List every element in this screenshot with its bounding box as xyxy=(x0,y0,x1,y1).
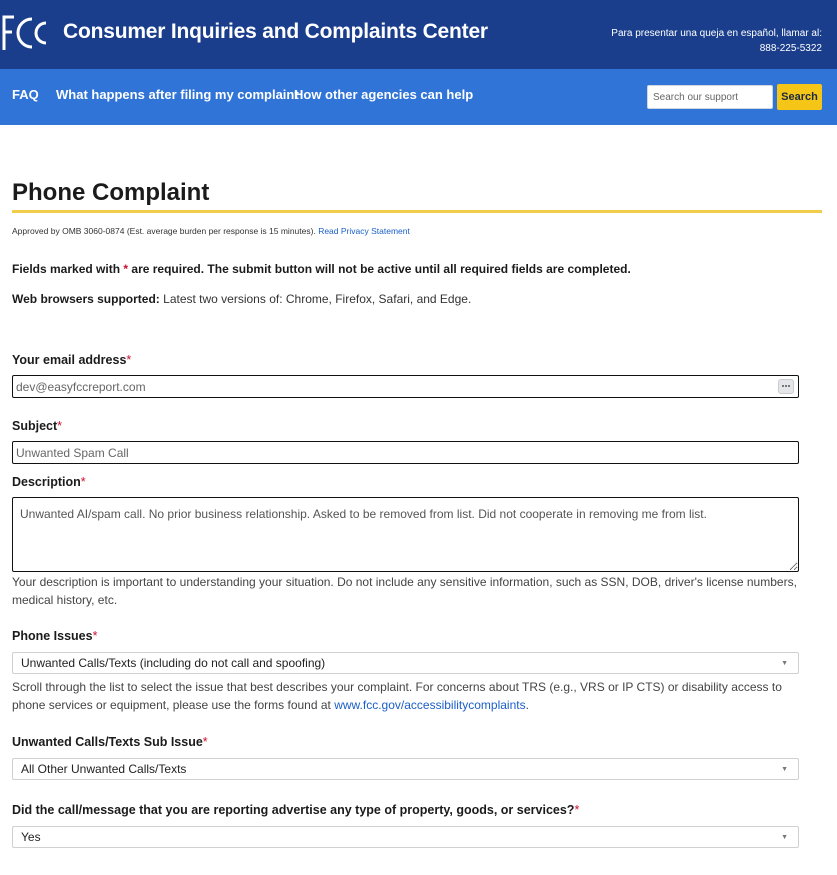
sub-issue-label-text: Unwanted Calls/Texts Sub Issue xyxy=(12,735,203,749)
required-note-before: Fields marked with xyxy=(12,262,121,276)
password-manager-icon[interactable] xyxy=(778,379,794,394)
required-star: * xyxy=(92,629,98,643)
nav-faq[interactable]: FAQ xyxy=(12,87,39,102)
chevron-down-icon: ▼ xyxy=(781,834,788,841)
site-header: Consumer Inquiries and Complaints Center… xyxy=(0,0,837,69)
spanish-phone-notice: Para presentar una queja en español, lla… xyxy=(611,26,822,56)
fcc-logo[interactable] xyxy=(2,13,48,53)
advertise-select[interactable]: Yes ▼ xyxy=(12,826,799,848)
phone-issues-label: Phone Issues* xyxy=(12,629,97,643)
subject-label-text: Subject xyxy=(12,419,58,433)
phone-issues-label-text: Phone Issues xyxy=(12,629,93,643)
sub-issue-label: Unwanted Calls/Texts Sub Issue* xyxy=(12,735,208,749)
supported-browsers-note: Web browsers supported: Latest two versi… xyxy=(12,292,471,306)
privacy-statement-link[interactable]: Read Privacy Statement xyxy=(318,226,410,236)
phone-issues-help-text: Scroll through the list to select the is… xyxy=(12,678,812,714)
email-label: Your email address* xyxy=(12,353,131,367)
nav-what-happens[interactable]: What happens after filing my complaint xyxy=(56,87,299,102)
subject-field[interactable] xyxy=(12,441,799,464)
description-label-text: Description xyxy=(12,475,81,489)
required-star: * xyxy=(202,735,208,749)
advertise-question-label: Did the call/message that you are report… xyxy=(12,803,579,817)
search-input[interactable] xyxy=(647,85,773,109)
required-star: * xyxy=(80,475,86,489)
spanish-phone-number[interactable]: 888-225-5322 xyxy=(611,41,822,56)
main-nav: FAQ What happens after filing my complai… xyxy=(0,69,837,125)
omb-text: Approved by OMB 3060-0874 (Est. average … xyxy=(12,226,316,236)
description-label: Description* xyxy=(12,475,86,489)
search-button[interactable]: Search xyxy=(777,84,822,110)
page-title: Phone Complaint xyxy=(12,179,210,206)
advertise-label-text: Did the call/message that you are report… xyxy=(12,803,575,817)
nav-other-agencies[interactable]: How other agencies can help xyxy=(294,87,473,102)
sub-issue-select[interactable]: All Other Unwanted Calls/Texts ▼ xyxy=(12,758,799,780)
spanish-notice-text: Para presentar una queja en español, lla… xyxy=(611,28,822,39)
required-star: * xyxy=(57,419,63,433)
site-title[interactable]: Consumer Inquiries and Complaints Center xyxy=(63,20,488,44)
chevron-down-icon: ▼ xyxy=(781,660,788,667)
browsers-text: Latest two versions of: Chrome, Firefox,… xyxy=(163,292,472,306)
phone-issues-selected: Unwanted Calls/Texts (including do not c… xyxy=(21,656,326,670)
required-star: * xyxy=(123,262,129,276)
required-note-after: are required. The submit button will not… xyxy=(131,262,631,276)
subject-label: Subject* xyxy=(12,419,62,433)
description-help-text: Your description is important to underst… xyxy=(12,575,797,607)
omb-notice: Approved by OMB 3060-0874 (Est. average … xyxy=(12,226,410,236)
email-label-text: Your email address xyxy=(12,353,127,367)
accessibility-complaints-link[interactable]: www.fcc.gov/accessibilitycomplaints xyxy=(334,698,525,712)
description-textarea[interactable]: Unwanted AI/spam call. No prior business… xyxy=(12,497,799,572)
browsers-label: Web browsers supported: xyxy=(12,292,160,306)
sub-issue-selected: All Other Unwanted Calls/Texts xyxy=(21,762,187,776)
advertise-selected: Yes xyxy=(21,830,41,844)
required-star: * xyxy=(126,353,132,367)
title-underline xyxy=(12,210,822,213)
phone-issues-help-after: . xyxy=(525,698,529,712)
email-field[interactable] xyxy=(12,375,799,398)
required-fields-note: Fields marked with * are required. The s… xyxy=(12,262,631,276)
phone-issues-select[interactable]: Unwanted Calls/Texts (including do not c… xyxy=(12,652,799,674)
required-star: * xyxy=(574,803,580,817)
chevron-down-icon: ▼ xyxy=(781,766,788,773)
